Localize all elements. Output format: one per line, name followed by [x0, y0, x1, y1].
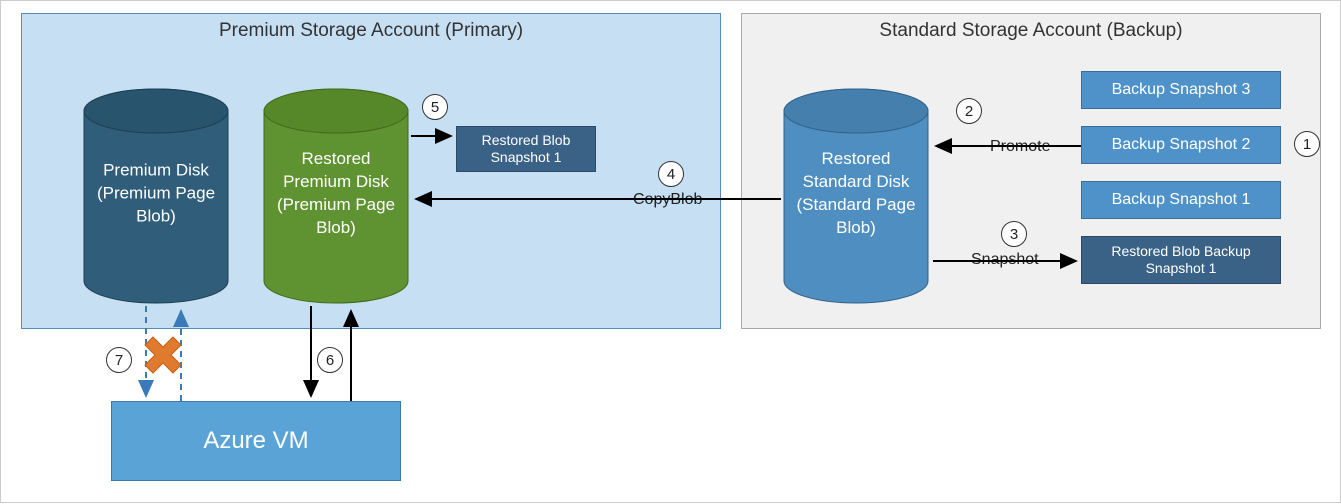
box-backup-snapshot1: Backup Snapshot 1 [1081, 181, 1281, 219]
panel-primary-title: Premium Storage Account (Primary) [22, 20, 720, 42]
label-copyblob: CopyBlob [633, 191, 702, 209]
cylinder-premium-disk: Premium Disk (Premium Page Blob) [81, 86, 231, 306]
cylinder-premium-disk-label: Premium Disk (Premium Page Blob) [81, 159, 231, 228]
step-4: 4 [658, 161, 684, 187]
step-7: 7 [106, 347, 132, 373]
box-restored-blob-snapshot1: Restored Blob Snapshot 1 [456, 126, 596, 172]
label-snapshot: Snapshot [971, 251, 1039, 269]
step-2: 2 [956, 98, 982, 124]
step-1: 1 [1294, 131, 1320, 157]
label-restored-blob-snapshot1: Restored Blob Snapshot 1 [465, 132, 587, 167]
panel-backup-title: Standard Storage Account (Backup) [742, 20, 1320, 42]
x-icon [145, 337, 181, 373]
step-5: 5 [422, 94, 448, 120]
label-azure-vm: Azure VM [203, 426, 308, 456]
cylinder-restored-premium-disk: Restored Premium Disk (Premium Page Blob… [261, 86, 411, 306]
box-backup-snapshot2: Backup Snapshot 2 [1081, 126, 1281, 164]
box-backup-snapshot3: Backup Snapshot 3 [1081, 71, 1281, 109]
label-backup-snapshot3: Backup Snapshot 3 [1112, 80, 1251, 100]
cylinder-restored-standard-disk-label: Restored Standard Disk (Standard Page Bl… [781, 148, 931, 240]
label-restored-blob-backup-snapshot1: Restored Blob Backup Snapshot 1 [1090, 243, 1272, 278]
cylinder-restored-standard-disk: Restored Standard Disk (Standard Page Bl… [781, 86, 931, 306]
box-restored-blob-backup-snapshot1: Restored Blob Backup Snapshot 1 [1081, 236, 1281, 284]
step-6: 6 [317, 347, 343, 373]
box-azure-vm: Azure VM [111, 401, 401, 481]
cylinder-restored-premium-disk-label: Restored Premium Disk (Premium Page Blob… [261, 148, 411, 240]
label-promote: Promote [990, 138, 1050, 156]
step-3: 3 [1001, 221, 1027, 247]
label-backup-snapshot1: Backup Snapshot 1 [1112, 190, 1251, 210]
label-backup-snapshot2: Backup Snapshot 2 [1112, 135, 1251, 155]
